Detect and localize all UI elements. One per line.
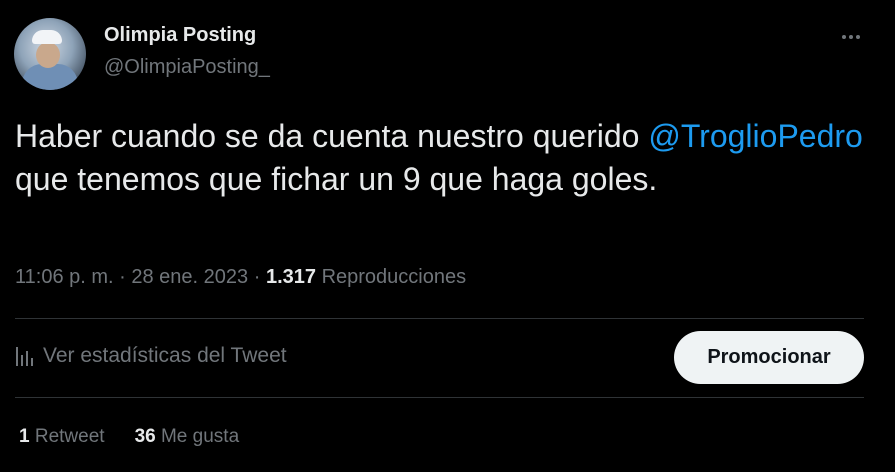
- promote-button[interactable]: Promocionar: [674, 331, 864, 384]
- avatar-face-shape: [36, 42, 60, 68]
- meta-separator: ·: [253, 266, 261, 288]
- retweets-link[interactable]: 1 Retweet: [19, 426, 105, 448]
- tweet-date[interactable]: 28 ene. 2023: [131, 266, 248, 288]
- likes-count: 36: [134, 426, 156, 447]
- tweet-meta: 11:06 p. m. · 28 ene. 2023 · 1.317 Repro…: [15, 266, 466, 289]
- author-handle[interactable]: @OlimpiaPosting_: [104, 56, 270, 79]
- engagement-bar: 1 Retweet 36 Me gusta: [19, 426, 239, 448]
- avatar-body-shape: [22, 64, 78, 90]
- more-options-button[interactable]: [836, 22, 866, 52]
- retweets-label: Retweet: [34, 426, 105, 447]
- author-display-name[interactable]: Olimpia Posting: [104, 24, 256, 47]
- bar-chart-icon: [16, 347, 33, 366]
- tweet-text-part: Haber cuando se da cuenta nuestro querid…: [15, 118, 649, 154]
- mention-link[interactable]: @TroglioPedro: [648, 118, 863, 154]
- divider: [15, 397, 864, 398]
- retweets-count: 1: [19, 426, 30, 447]
- divider: [15, 318, 864, 319]
- more-dots-icon: [842, 35, 846, 39]
- avatar[interactable]: [14, 18, 86, 90]
- tweet-text: Haber cuando se da cuenta nuestro querid…: [15, 115, 880, 201]
- more-dots-icon: [849, 35, 853, 39]
- stats-label: Ver estadísticas del Tweet: [43, 344, 287, 367]
- avatar-cap-shape: [32, 30, 62, 44]
- more-dots-icon: [856, 35, 860, 39]
- view-stats-link[interactable]: Ver estadísticas del Tweet: [15, 344, 287, 368]
- tweet-time[interactable]: 11:06 p. m.: [15, 266, 114, 288]
- views-count: 1.317: [265, 266, 317, 288]
- likes-label: Me gusta: [160, 426, 240, 447]
- meta-separator: ·: [119, 266, 126, 288]
- likes-link[interactable]: 36 Me gusta: [135, 426, 240, 448]
- views-label: Reproducciones: [321, 266, 467, 288]
